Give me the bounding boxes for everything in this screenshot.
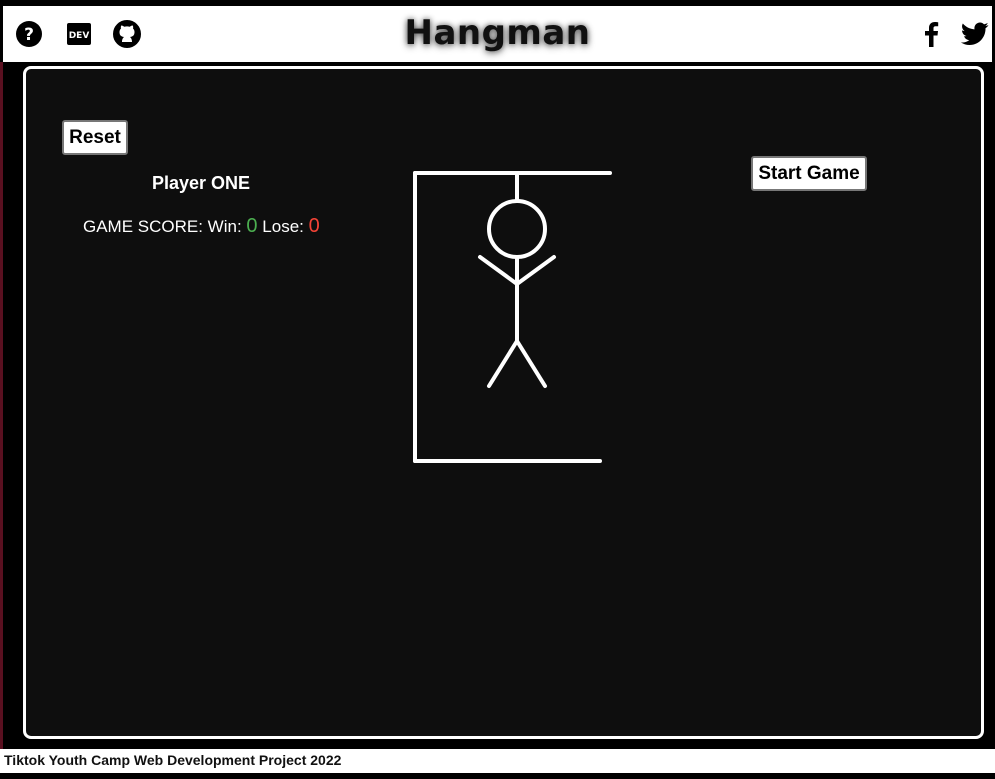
start-game-button[interactable]: Start Game bbox=[751, 156, 867, 191]
twitter-icon[interactable] bbox=[961, 20, 989, 48]
hangman-head bbox=[487, 199, 547, 259]
bottom-strip bbox=[0, 773, 995, 779]
page-title: Hangman bbox=[404, 13, 591, 53]
footer-text: Tiktok Youth Camp Web Development Projec… bbox=[4, 752, 342, 768]
hangman-left-arm bbox=[478, 255, 519, 286]
hangman-left-leg bbox=[487, 339, 519, 388]
hangman-right-arm bbox=[515, 255, 556, 286]
left-edge-line bbox=[0, 62, 3, 749]
game-board: Reset Player ONE GAME SCORE: Win: 0 Lose… bbox=[23, 66, 984, 739]
facebook-icon[interactable] bbox=[917, 20, 945, 48]
hangman-right-leg bbox=[515, 339, 547, 388]
footer: Tiktok Youth Camp Web Development Projec… bbox=[0, 749, 995, 773]
app-header: ? DEV Hangman bbox=[3, 6, 992, 62]
